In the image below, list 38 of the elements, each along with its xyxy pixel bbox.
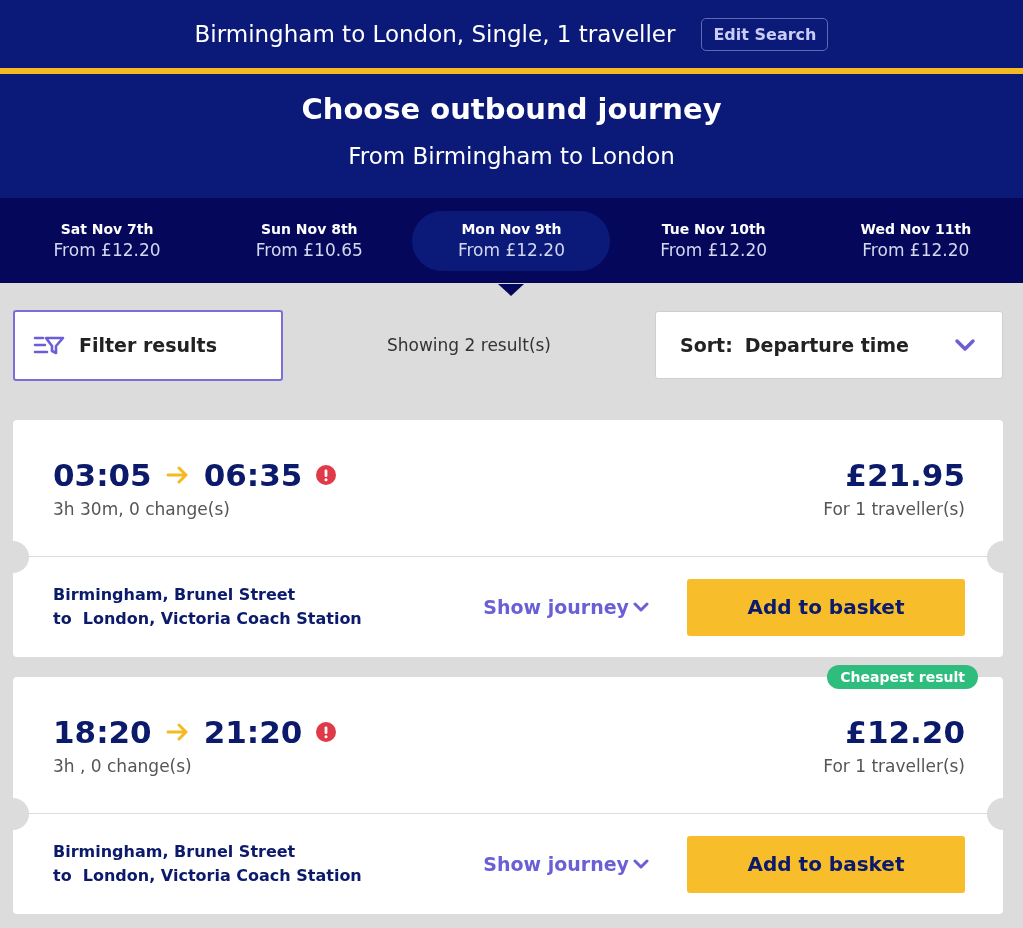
arrival-time: 06:35 [203,457,303,493]
date-tab[interactable]: Sun Nov 8th From £10.65 [210,210,409,271]
journey-duration: 3h 30m, 0 change(s) [53,499,231,519]
search-summary: Birmingham to London, Single, 1 traveller [194,21,676,47]
route-origin: Birmingham, Brunel Street [53,584,297,606]
date-tab[interactable]: Wed Nov 11th From £12.20 [816,210,1015,271]
cheapest-badge: Cheapest result [827,665,978,689]
warning-icon[interactable] [316,722,337,742]
result-count: Showing 2 result(s) [386,335,552,355]
journey-duration: 3h , 0 change(s) [53,756,193,776]
arrival-time: 21:20 [203,714,303,750]
date-tab[interactable]: Sat Nov 7th From £12.20 [8,210,207,271]
price: £21.95 [844,457,965,493]
filter-icon [33,334,65,356]
add-to-basket-button[interactable]: Add to basket [687,578,965,636]
page-subtitle: From Birmingham to London [347,143,676,169]
price: £12.20 [844,714,965,750]
arrow-right-icon [165,723,190,741]
route-origin: Birmingham, Brunel Street [53,841,297,863]
price-note: For 1 traveller(s) [823,499,965,519]
add-to-basket-button[interactable]: Add to basket [687,835,965,893]
sort-dropdown[interactable]: Sort: Departure time [655,311,1003,379]
departure-time: 18:20 [53,714,152,750]
route-destination: to London, Victoria Coach Station [53,865,363,887]
arrow-right-icon [165,466,190,484]
filter-button[interactable]: Filter results [13,309,283,381]
page-title: Choose outbound journey [300,91,723,126]
route-destination: to London, Victoria Coach Station [53,608,363,630]
chevron-down-icon [954,338,976,352]
price-note: For 1 traveller(s) [823,756,965,776]
chevron-down-icon [633,602,649,612]
warning-icon[interactable] [316,465,337,485]
departure-time: 03:05 [53,457,152,493]
show-journey-link[interactable]: Show journey [483,596,649,618]
date-tab[interactable]: Tue Nov 10th From £12.20 [614,210,813,271]
show-journey-link[interactable]: Show journey [483,853,649,875]
edit-search-button[interactable]: Edit Search [701,17,829,51]
chevron-down-icon [633,859,649,869]
